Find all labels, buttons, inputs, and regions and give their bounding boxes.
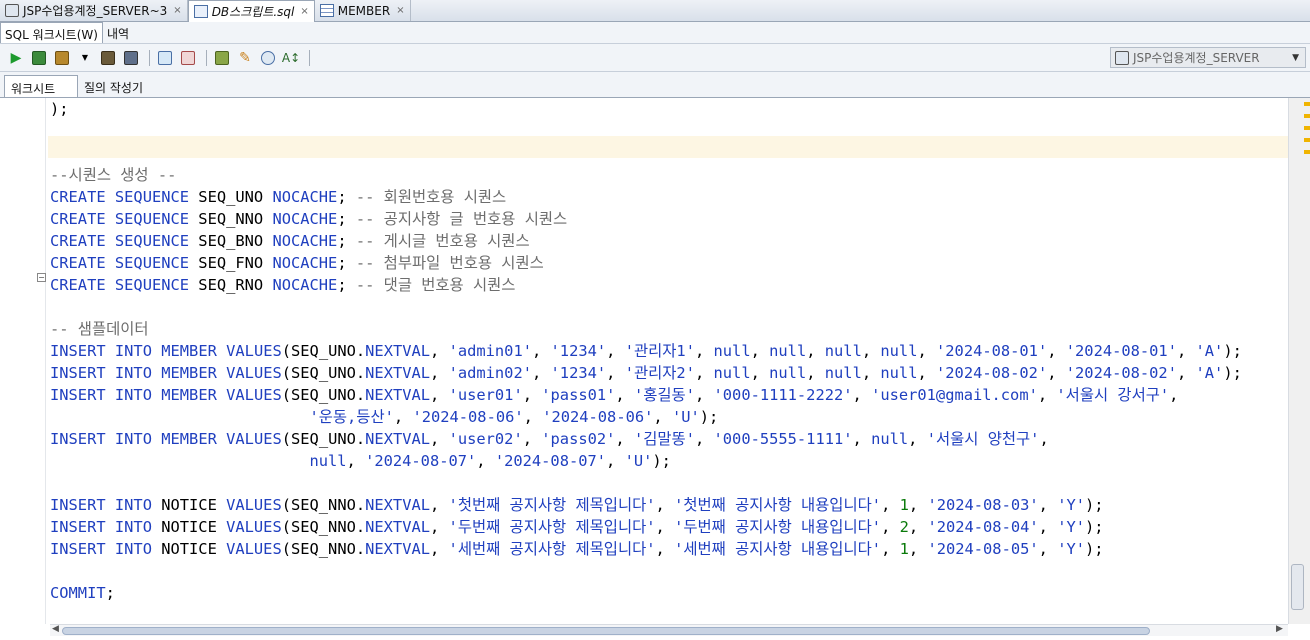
horizontal-scroll-thumb[interactable] (62, 627, 1150, 635)
unshared-icon (215, 50, 229, 65)
rollback-button[interactable] (178, 48, 198, 68)
sql-history-button[interactable] (258, 48, 278, 68)
toolbar-separator (206, 49, 207, 66)
error-marker[interactable] (1304, 114, 1310, 118)
tab-sql-worksheet[interactable]: SQL 워크시트(W) (0, 22, 103, 43)
code-line[interactable]: INSERT INTO MEMBER VALUES(SEQ_UNO.NEXTVA… (50, 428, 1288, 450)
code-line[interactable]: INSERT INTO MEMBER VALUES(SEQ_UNO.NEXTVA… (50, 362, 1288, 384)
line-gutter: − (0, 98, 46, 624)
fold-collapse-icon[interactable]: − (37, 273, 46, 282)
error-marker[interactable] (1304, 102, 1310, 106)
connection-select[interactable]: JSP수업용계정_SERVER ▼ (1110, 47, 1306, 68)
eraser-icon: ✎ (239, 49, 251, 66)
chevron-down-icon: ▼ (81, 53, 89, 62)
code-area[interactable]: ); --시퀀스 생성 -- CREATE SEQUENCE SEQ_UNO NOC… (50, 98, 1288, 604)
tab-member-table[interactable]: MEMBER × (315, 0, 411, 21)
code-line[interactable]: -- 샘플데이터 (50, 318, 1288, 340)
tab-worksheet[interactable]: 워크시트 (4, 75, 78, 97)
code-line[interactable]: INSERT INTO NOTICE VALUES(SEQ_NNO.NEXTVA… (50, 494, 1288, 516)
code-line[interactable] (50, 120, 1288, 142)
code-line[interactable] (50, 472, 1288, 494)
code-line[interactable]: CREATE SEQUENCE SEQ_RNO NOCACHE; -- 댓글 번… (50, 274, 1288, 296)
table-icon (319, 4, 334, 17)
commit-icon (158, 50, 172, 65)
run-statement-button[interactable]: ▶ (6, 48, 26, 68)
unshared-sql-button[interactable] (212, 48, 232, 68)
explain-plan-icon (101, 50, 115, 65)
error-marker[interactable] (1304, 138, 1310, 142)
tab-label: DB스크립트.sql (211, 5, 295, 19)
autotrace-button[interactable] (52, 48, 72, 68)
tab-query-builder[interactable]: 질의 작성기 (78, 75, 149, 97)
code-line[interactable]: --시퀀스 생성 -- (50, 164, 1288, 186)
code-line[interactable]: CREATE SEQUENCE SEQ_NNO NOCACHE; -- 공지사항… (50, 208, 1288, 230)
editor-tab-bar: JSP수업용계정_SERVER~3 × DB스크립트.sql × MEMBER … (0, 0, 1310, 22)
code-line[interactable]: null, '2024-08-07', '2024-08-07', 'U'); (50, 450, 1288, 472)
toolbar-separator (149, 49, 150, 66)
format-button[interactable]: A↕ (281, 48, 301, 68)
code-line[interactable]: '운동,등산', '2024-08-06', '2024-08-06', 'U'… (50, 406, 1288, 428)
sql-tuning-button[interactable] (121, 48, 141, 68)
error-marker[interactable] (1304, 126, 1310, 130)
toolbar-separator (309, 49, 310, 66)
sql-file-icon (193, 5, 208, 18)
sql-subtab-bar: SQL 워크시트(W) 내역 (0, 22, 1310, 44)
dropdown-button[interactable]: ▼ (75, 48, 95, 68)
script-icon (32, 50, 46, 65)
code-line[interactable]: INSERT INTO MEMBER VALUES(SEQ_UNO.NEXTVA… (50, 340, 1288, 362)
chevron-down-icon: ▼ (1292, 52, 1299, 63)
play-icon: ▶ (10, 49, 22, 66)
scroll-left-icon[interactable]: ◀ (52, 624, 59, 634)
tab-label: JSP수업용계정_SERVER~3 (23, 4, 168, 18)
vertical-scroll-thumb[interactable] (1291, 564, 1304, 610)
commit-button[interactable] (155, 48, 175, 68)
connection-label: JSP수업용계정_SERVER (1133, 51, 1260, 65)
worksheet-toolbar: ▶ ▼ ✎ A↕ JSP수업용계정_SERVER ▼ (0, 44, 1310, 72)
code-line[interactable]: INSERT INTO MEMBER VALUES(SEQ_UNO.NEXTVA… (50, 384, 1288, 406)
tab-sql-script[interactable]: DB스크립트.sql × (187, 0, 315, 22)
tuning-icon (124, 50, 138, 65)
code-line[interactable] (50, 560, 1288, 582)
run-script-button[interactable] (29, 48, 49, 68)
database-icon (5, 4, 19, 17)
database-icon (1115, 50, 1129, 65)
autotrace-icon (55, 50, 69, 65)
code-line[interactable] (50, 296, 1288, 318)
code-line[interactable]: CREATE SEQUENCE SEQ_FNO NOCACHE; -- 첨부파일… (50, 252, 1288, 274)
code-line[interactable]: CREATE SEQUENCE SEQ_UNO NOCACHE; -- 회원번호… (50, 186, 1288, 208)
history-icon (261, 50, 275, 65)
clear-button[interactable]: ✎ (235, 48, 255, 68)
scroll-right-icon[interactable]: ▶ (1276, 624, 1283, 634)
format-icon: A↕ (281, 50, 301, 65)
close-icon[interactable]: × (173, 5, 181, 16)
rollback-icon (181, 50, 195, 65)
sql-editor[interactable]: − ); --시퀀스 생성 -- CREATE SEQUENCE SEQ_UNO N… (0, 98, 1310, 624)
explain-plan-button[interactable] (98, 48, 118, 68)
tab-history[interactable]: 내역 (103, 22, 133, 43)
code-line[interactable]: CREATE SEQUENCE SEQ_BNO NOCACHE; -- 게시글 … (50, 230, 1288, 252)
code-line[interactable]: INSERT INTO NOTICE VALUES(SEQ_NNO.NEXTVA… (50, 538, 1288, 560)
close-icon[interactable]: × (300, 6, 308, 17)
code-line[interactable]: ); (50, 98, 1288, 120)
code-line[interactable]: INSERT INTO NOTICE VALUES(SEQ_NNO.NEXTVA… (50, 516, 1288, 538)
error-marker[interactable] (1304, 150, 1310, 154)
tab-label: MEMBER (337, 3, 391, 18)
code-line[interactable] (50, 142, 1288, 164)
close-icon[interactable]: × (396, 5, 404, 16)
worksheet-tab-bar: 워크시트 질의 작성기 (0, 72, 1310, 98)
code-line[interactable]: COMMIT; (50, 582, 1288, 604)
vertical-scrollbar[interactable] (1288, 98, 1310, 624)
tab-connection[interactable]: JSP수업용계정_SERVER~3 × (0, 0, 188, 21)
